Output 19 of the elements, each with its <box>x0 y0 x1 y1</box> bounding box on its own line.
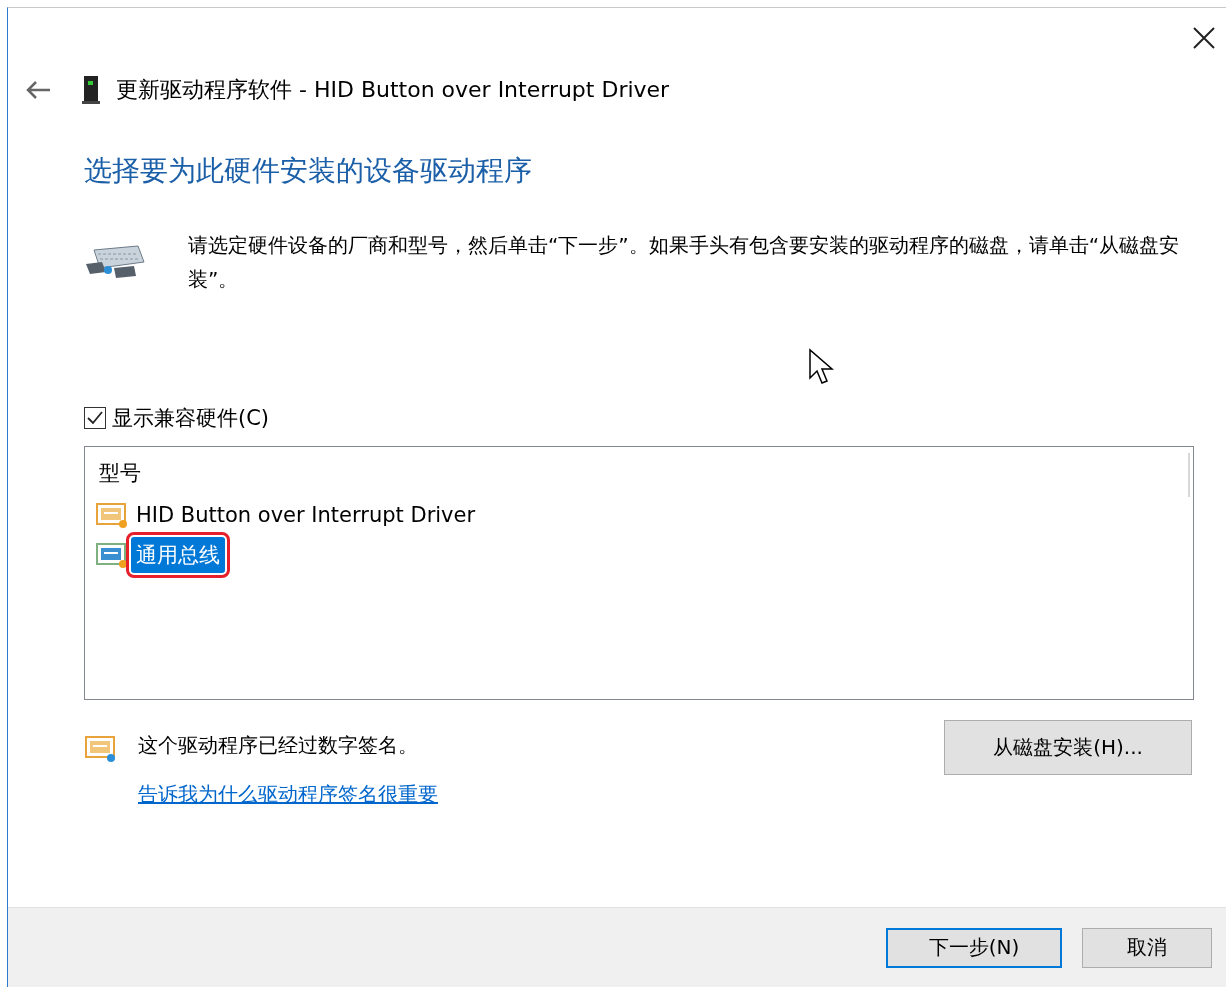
window-title: 更新驱动程序软件 - HID Button over Interrupt Driver <box>116 76 670 104</box>
cancel-button[interactable]: 取消 <box>1082 927 1212 968</box>
page-heading: 选择要为此硬件安装的设备驱动程序 <box>84 153 533 189</box>
driver-icon <box>95 501 129 529</box>
device-icon <box>80 75 102 105</box>
instructions-text: 请选定硬件设备的厂商和型号，然后单击“下一步”。如果手头有包含要安装的驱动程序的磁盘，请单击“从磁盘安装”。 <box>188 232 1181 293</box>
driver-icon <box>95 541 129 569</box>
list-item[interactable]: HID Button over Interrupt Driver <box>131 499 481 531</box>
scrollbar[interactable] <box>1188 453 1190 497</box>
back-arrow-icon[interactable] <box>24 79 52 101</box>
help-link[interactable]: 告诉我为什么驱动程序签名很重要 <box>138 781 438 808</box>
checkbox[interactable] <box>84 407 106 429</box>
signature-status-text: 这个驱动程序已经过数字签名。 <box>138 732 419 759</box>
have-disk-button[interactable]: 从磁盘安装(H)... <box>944 720 1192 775</box>
checkbox-label[interactable]: 显示兼容硬件(C) <box>112 404 270 432</box>
close-icon[interactable] <box>1192 26 1216 50</box>
column-header: 型号 <box>99 460 141 487</box>
next-button[interactable]: 下一步(N) <box>886 927 1062 968</box>
certificate-icon <box>84 734 118 764</box>
